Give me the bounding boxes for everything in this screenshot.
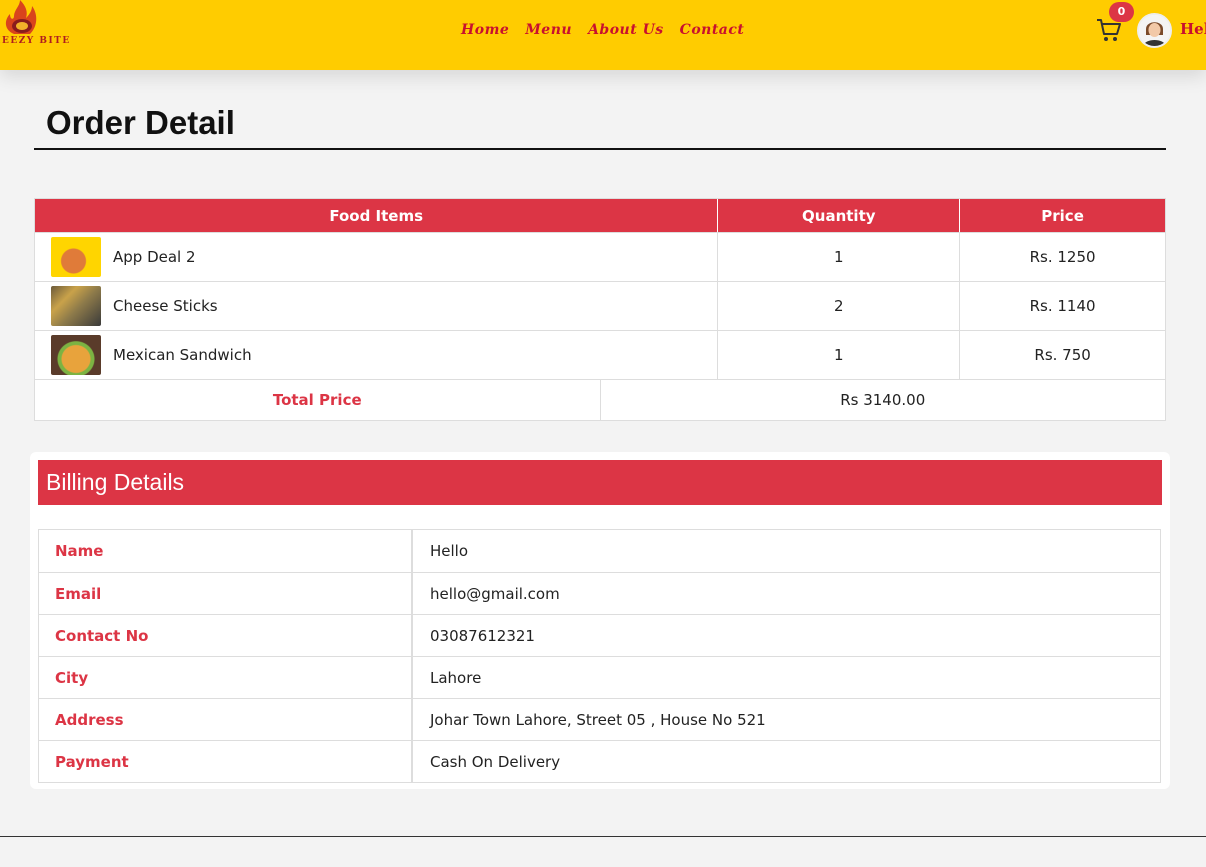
billing-label: Contact No: [39, 615, 413, 656]
navbar: HEEZY BITE Home Menu About Us Contact 0 …: [0, 0, 1206, 70]
billing-label: Email: [39, 573, 413, 614]
user-avatar[interactable]: [1137, 13, 1172, 48]
billing-row-payment: Payment Cash On Delivery: [39, 740, 1160, 782]
food-item-name: Cheese Sticks: [113, 297, 218, 315]
title-divider: [34, 148, 1166, 150]
price-cell: Rs. 750: [1034, 346, 1091, 364]
billing-value: Johar Town Lahore, Street 05 , House No …: [430, 710, 766, 729]
billing-label: Payment: [39, 741, 413, 782]
billing-value: Hello: [430, 542, 469, 560]
billing-value: 03087612321: [430, 626, 535, 645]
billing-row-name: Name Hello: [39, 530, 1160, 572]
billing-value: Cash On Delivery: [430, 752, 561, 771]
total-price-label: Total Price: [35, 380, 601, 420]
col-price: Price: [1041, 206, 1084, 225]
page-title: Order Detail: [46, 104, 235, 141]
billing-row-email: Email hello@gmail.com: [39, 572, 1160, 614]
nav-home-link[interactable]: Home: [461, 22, 509, 38]
billing-label: Address: [39, 699, 413, 740]
quantity-cell: 2: [718, 282, 961, 330]
nav-about-link[interactable]: About Us: [588, 22, 664, 38]
price-cell: Rs. 1140: [1029, 297, 1096, 315]
total-row: Total Price Rs 3140.00: [35, 379, 1165, 420]
user-name[interactable]: Hello: [1180, 20, 1206, 38]
cart-count-badge: 0: [1109, 2, 1134, 22]
col-quantity: Quantity: [718, 199, 961, 232]
logo-text: HEEZY BITE: [0, 36, 71, 46]
billing-value: hello@gmail.com: [430, 584, 560, 603]
billing-details-table: Name Hello Email hello@gmail.com Contact…: [38, 529, 1161, 783]
food-item-cell: App Deal 2: [35, 233, 719, 281]
logo-flame-icon: [5, 0, 37, 34]
table-row: App Deal 2 1 Rs. 1250: [35, 232, 1165, 281]
table-row: Cheese Sticks 2 Rs. 1140: [35, 281, 1165, 330]
total-price-value: Rs 3140.00: [840, 391, 926, 409]
nav-menu-link[interactable]: Menu: [525, 22, 572, 38]
nav-contact-link[interactable]: Contact: [680, 22, 745, 38]
quantity-cell: 1: [718, 331, 961, 379]
billing-row-city: City Lahore: [39, 656, 1160, 698]
billing-label: Name: [39, 530, 413, 572]
user-avatar-icon: [1139, 15, 1170, 46]
food-thumbnail: [51, 335, 101, 375]
billing-details-card: Billing Details Name Hello Email hello@g…: [30, 452, 1170, 789]
food-thumbnail: [51, 237, 101, 277]
footer-divider: [0, 836, 1206, 837]
billing-details-heading: Billing Details: [38, 460, 1162, 505]
food-item-name: App Deal 2: [113, 248, 196, 266]
col-food-items: Food Items: [35, 199, 719, 232]
main-nav: Home Menu About Us Contact: [461, 22, 744, 38]
quantity-cell: 1: [718, 233, 961, 281]
brand-logo[interactable]: HEEZY BITE: [0, 0, 72, 52]
table-row: Mexican Sandwich 1 Rs. 750: [35, 330, 1165, 379]
billing-row-contact: Contact No 03087612321: [39, 614, 1160, 656]
billing-value: Lahore: [430, 668, 482, 687]
billing-label: City: [39, 657, 413, 698]
billing-row-address: Address Johar Town Lahore, Street 05 , H…: [39, 698, 1160, 740]
order-items-table: Food Items Quantity Price App Deal 2 1 R…: [34, 198, 1166, 421]
food-item-cell: Mexican Sandwich: [35, 331, 719, 379]
food-item-cell: Cheese Sticks: [35, 282, 719, 330]
food-item-name: Mexican Sandwich: [113, 346, 252, 364]
table-header: Food Items Quantity Price: [35, 199, 1165, 232]
food-thumbnail: [51, 286, 101, 326]
price-cell: Rs. 1250: [1029, 248, 1096, 266]
